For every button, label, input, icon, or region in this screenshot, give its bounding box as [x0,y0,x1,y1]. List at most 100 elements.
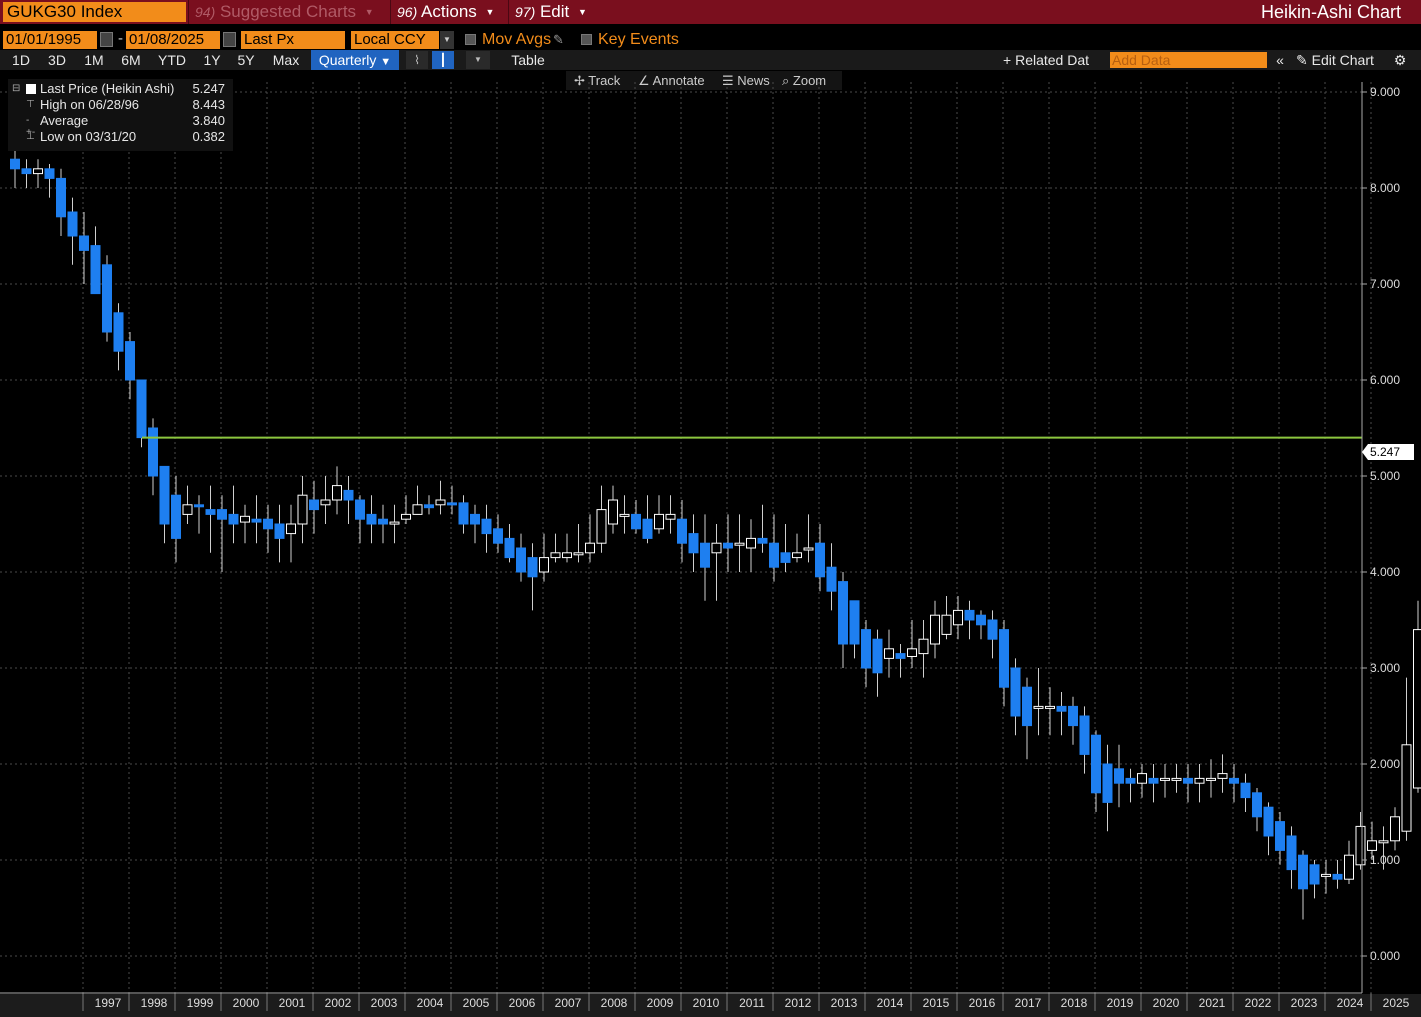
candle-down [355,499,365,520]
candle-down [1298,854,1308,890]
x-tick-label: 2002 [325,996,352,1010]
candle-down [861,629,871,669]
legend-average-value: 3.840 [192,113,225,128]
legend-last-price[interactable]: ⊟ Last Price (Heikin Ashi) 5.247 [8,81,233,97]
candle-up [608,499,618,525]
candle-up [941,614,952,635]
collapse-icon[interactable]: ⊟ [12,83,22,95]
candle-down [263,518,273,530]
candle-down [1332,873,1343,880]
candle-up [1390,816,1400,842]
candle-up [734,542,745,546]
legend-low-value: 0.382 [192,129,225,144]
candle-up [1160,777,1170,781]
candle-down [10,158,20,170]
candle-up [746,537,756,549]
x-tick-label: 1998 [141,996,168,1010]
candle-down [90,245,101,295]
legend-last-value: 5.247 [192,81,225,96]
x-tick-label: 2004 [417,996,444,1010]
candle-up [401,513,411,520]
candle-down [366,513,377,525]
candle-up [33,168,43,175]
x-tick-label: 2017 [1015,996,1042,1010]
candle-down [447,502,457,506]
candle-down [1275,821,1285,851]
candle-down [504,537,515,559]
candle-down [1252,792,1262,818]
candle-up [182,504,193,515]
candle-down [378,518,388,525]
candle-up [619,513,630,517]
candle-down [1148,777,1159,784]
candle-down [1079,715,1090,755]
x-tick-label: 1999 [187,996,214,1010]
candle-down [470,513,480,525]
x-tick-label: 2003 [371,996,398,1010]
x-tick-label: 2019 [1107,996,1134,1010]
candle-down [999,629,1009,688]
candle-down [1309,864,1320,885]
candle-down [251,518,262,523]
candle-down [723,542,733,549]
candle-down [1229,777,1239,784]
candle-down [815,542,825,578]
y-tick-label: 3.000 [1370,661,1400,675]
candle-down [1183,777,1193,784]
candle-down [194,504,204,508]
y-tick-label: 6.000 [1370,373,1400,387]
candle-down [79,235,89,251]
candle-up [803,547,814,551]
x-tick-label: 2005 [463,996,490,1010]
candle-down [159,465,170,525]
candle-up [297,494,308,525]
candle-down [228,513,239,525]
y-tick-label: 9.000 [1370,85,1400,99]
x-tick-label: 2023 [1291,996,1318,1010]
candle-up [654,513,664,530]
high-icon: ⊤ [26,99,35,110]
x-tick-label: 2000 [233,996,260,1010]
x-tick-label: 2021 [1199,996,1226,1010]
candle-down [274,523,285,539]
candle-up [286,523,296,535]
candle-down [171,494,181,539]
y-tick-label: 4.000 [1370,565,1400,579]
candle-down [343,489,354,501]
candle-down [1102,763,1113,803]
x-tick-label: 2024 [1337,996,1364,1010]
candle-down [481,518,492,535]
candle-down [964,609,975,621]
legend-last-label: Last Price (Heikin Ashi) [40,81,175,96]
candle-up [573,552,584,556]
candle-up [953,609,963,626]
candle-up [1171,777,1182,781]
candle-down [67,211,78,237]
legend: ⊟ Last Price (Heikin Ashi) 5.247 ⊤ High … [8,79,233,151]
candles [10,145,1421,920]
x-tick-label: 2007 [555,996,582,1010]
candle-up [539,557,549,573]
candle-down [217,509,227,520]
legend-low-label: Low on 03/31/20 [40,129,137,144]
candle-up [918,638,929,655]
heikin-ashi-chart[interactable]: 0.000 1.000 2.000 3.000 4.000 5.000 6.000 7.000… [0,0,1421,1017]
candle-up [585,542,595,554]
x-tick-label: 2020 [1153,996,1180,1010]
candle-down [677,518,687,544]
candle-up [1378,840,1389,844]
candle-up [1367,840,1377,851]
candle-up [1137,773,1147,784]
candle-down [1286,835,1297,871]
candle-down [516,547,526,573]
candle-down [1091,734,1101,794]
candle-down [838,581,848,645]
candle-down [527,557,538,578]
candle-down [493,528,503,544]
candle-up [792,552,802,559]
candle-down [56,177,66,218]
x-tick-label: 2010 [693,996,720,1010]
candle-down [688,533,699,554]
x-tick-label: 2022 [1245,996,1272,1010]
candle-up [1401,744,1412,832]
